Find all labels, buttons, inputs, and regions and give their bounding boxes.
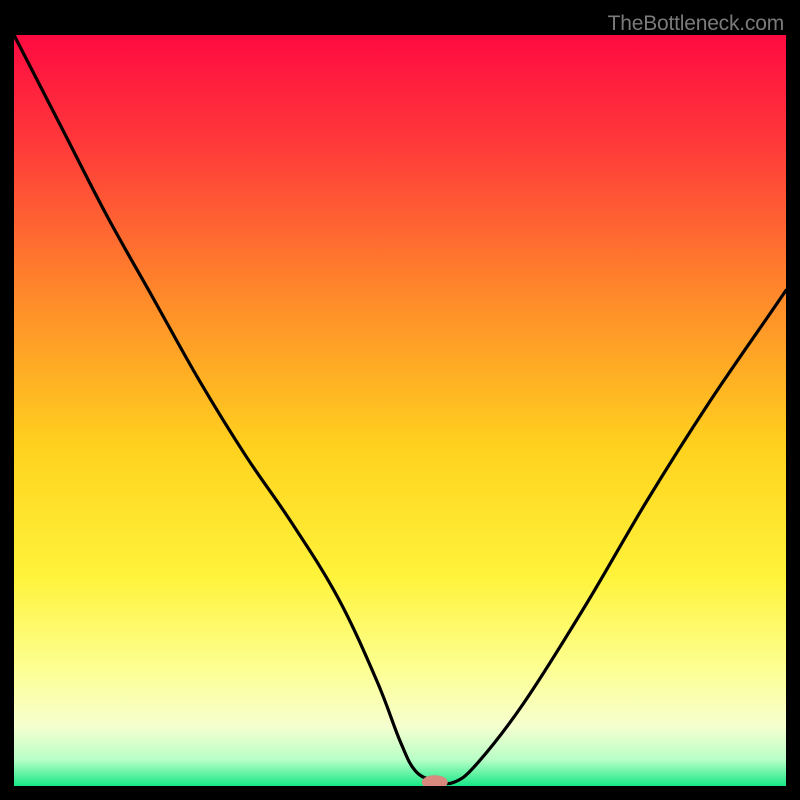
plot-background bbox=[14, 35, 786, 786]
chart-frame: TheBottleneck.com bbox=[14, 14, 786, 786]
bottleneck-chart bbox=[14, 14, 786, 786]
watermark-text: TheBottleneck.com bbox=[608, 12, 784, 36]
